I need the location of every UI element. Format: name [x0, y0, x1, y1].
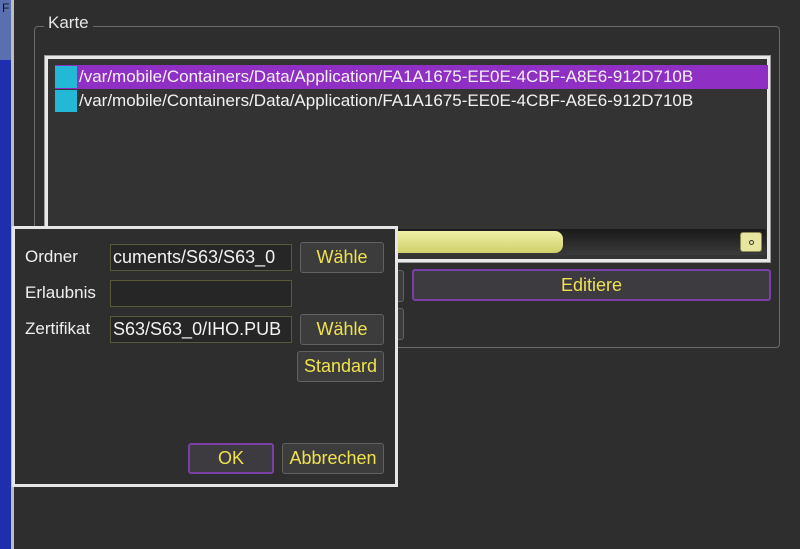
certificate-label: Zertifikat	[25, 319, 91, 338]
folder-choose-button[interactable]: Wähle	[300, 242, 384, 273]
chart-file-icon	[55, 66, 77, 88]
certificate-input[interactable]: S63/S63_0/IHO.PUB	[110, 316, 292, 343]
list-item[interactable]: /var/mobile/Containers/Data/Application/…	[55, 89, 768, 113]
permit-input[interactable]	[110, 280, 292, 307]
scroll-right-arrow-icon[interactable]	[740, 232, 762, 252]
permit-label: Erlaubnis	[25, 283, 96, 302]
folder-label: Ordner	[25, 247, 78, 266]
ok-button[interactable]: OK	[188, 443, 274, 474]
background-window-edge-top: F	[0, 0, 11, 60]
default-button[interactable]: Standard	[297, 351, 384, 382]
folder-input[interactable]: cuments/S63/S63_0	[110, 244, 292, 271]
background-window-glyph: F	[2, 1, 10, 15]
edit-button[interactable]: Editiere	[412, 269, 771, 301]
certificate-dialog: Ordner cuments/S63/S63_0 Wähle Erlaubnis…	[12, 226, 398, 487]
background-window-edge	[0, 0, 11, 549]
list-item-path: /var/mobile/Containers/Data/Application/…	[79, 91, 694, 110]
list-item[interactable]: /var/mobile/Containers/Data/Application/…	[55, 65, 768, 89]
chart-file-icon	[55, 90, 77, 112]
group-title: Karte	[44, 12, 93, 34]
list-item-path: /var/mobile/Containers/Data/Application/…	[79, 67, 694, 86]
certificate-choose-button[interactable]: Wähle	[300, 314, 384, 345]
cancel-button[interactable]: Abbrechen	[282, 443, 384, 474]
